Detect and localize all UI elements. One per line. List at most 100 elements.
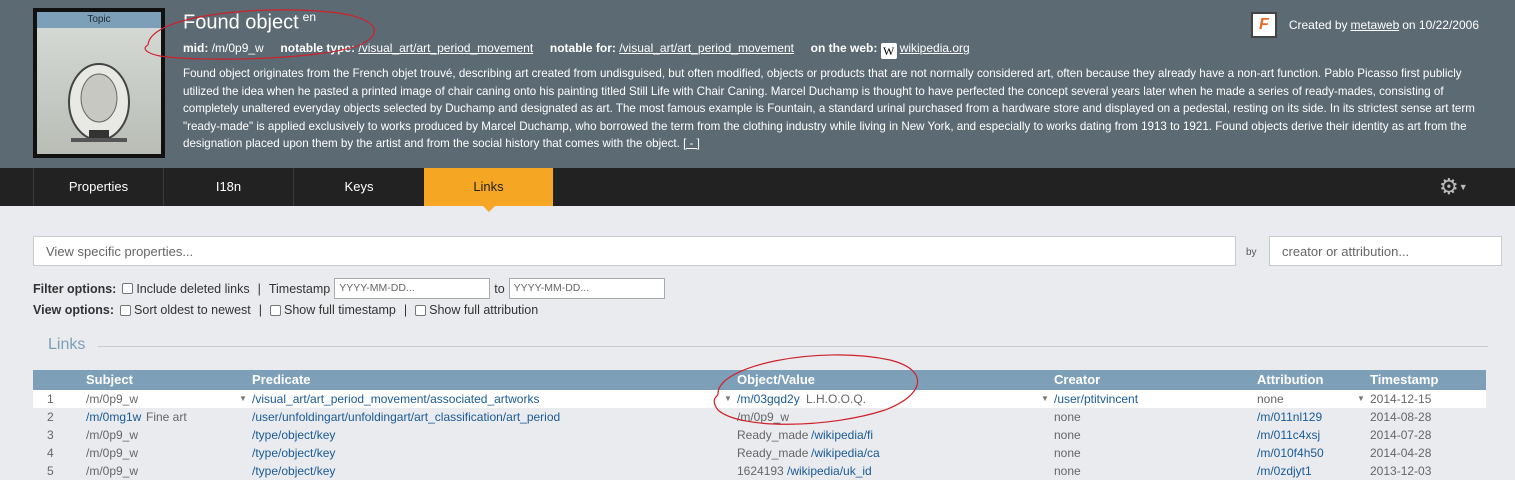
notable-for-label: notable for: xyxy=(549,41,616,55)
column-subject[interactable]: Subject xyxy=(86,372,133,387)
row-predicate[interactable]: /user/unfoldingart/unfoldingart/art_clas… xyxy=(252,408,560,426)
row-object-text: 1624193 xyxy=(737,464,784,478)
topic-header: Topic Found object en mid: /m/0p9_w notab… xyxy=(0,0,1515,168)
row-attribution: none xyxy=(1257,392,1284,406)
row-object-link[interactable]: /wikipedia/ca xyxy=(811,444,880,462)
table-row[interactable]: 2 /m/0mg1w Fine art /user/unfoldingart/u… xyxy=(33,408,1486,426)
row-timestamp: 2013-12-03 xyxy=(1370,464,1432,478)
row-number: 3 xyxy=(47,428,54,442)
section-divider xyxy=(98,346,1488,347)
row-object-text: Ready_made xyxy=(737,446,809,460)
row-timestamp: 2014-07-28 xyxy=(1370,428,1432,442)
chevron-down-icon[interactable]: ▼ xyxy=(1041,390,1049,408)
sort-oldest-checkbox[interactable] xyxy=(120,304,132,316)
view-options: View options: Sort oldest to newest | Sh… xyxy=(33,303,538,317)
tab-keys[interactable]: Keys xyxy=(293,168,424,206)
thumbnail-caption: Topic xyxy=(37,12,161,28)
by-label: by xyxy=(1246,247,1257,258)
column-object-value[interactable]: Object/Value xyxy=(737,372,815,387)
include-deleted-label: Include deleted links xyxy=(136,281,250,296)
creator-filter-input[interactable]: creator or attribution... xyxy=(1269,236,1502,266)
row-object-text: /m/0p9_w xyxy=(737,410,790,424)
table-row[interactable]: 3 /m/0p9_w /type/object/key Ready_made /… xyxy=(33,426,1486,444)
notable-for-link[interactable]: /visual_art/art_period_movement xyxy=(619,41,794,55)
column-predicate[interactable]: Predicate xyxy=(252,372,311,387)
row-number: 1 xyxy=(47,392,54,406)
table-row[interactable]: 4 /m/0p9_w /type/object/key Ready_made /… xyxy=(33,444,1486,462)
links-section-title: Links xyxy=(48,336,86,353)
show-full-attribution-label: Show full attribution xyxy=(429,303,539,317)
collapse-description-link[interactable]: [ - ] xyxy=(683,137,700,150)
notable-type-link[interactable]: /visual_art/art_period_movement xyxy=(358,41,533,55)
topic-thumbnail[interactable]: Topic xyxy=(33,8,165,158)
row-timestamp: 2014-08-28 xyxy=(1370,410,1432,424)
row-predicate[interactable]: /type/object/key xyxy=(252,426,335,444)
row-creator: none xyxy=(1054,410,1081,424)
language-tag[interactable]: en xyxy=(303,10,316,24)
separator: | xyxy=(258,303,263,317)
tab-i18n[interactable]: I18n xyxy=(163,168,293,206)
row-subject: /m/0p9_w xyxy=(86,428,139,442)
row-subject[interactable]: /m/0p9_w xyxy=(86,390,138,408)
column-timestamp[interactable]: Timestamp xyxy=(1370,372,1438,387)
row-creator: none xyxy=(1054,446,1081,460)
filter-options: Filter options: Include deleted links | … xyxy=(33,278,665,299)
date-from-input[interactable]: YYYY-MM-DD... xyxy=(334,278,491,299)
row-number: 2 xyxy=(47,410,54,424)
row-creator[interactable]: /user/ptitvincent xyxy=(1054,390,1138,408)
row-predicate[interactable]: /type/object/key xyxy=(252,462,335,480)
tab-properties[interactable]: Properties xyxy=(33,168,163,206)
chevron-down-icon[interactable]: ▼ xyxy=(239,390,247,408)
row-attribution[interactable]: /m/010f4h50 xyxy=(1257,444,1324,462)
row-object-link[interactable]: /wikipedia/uk_id xyxy=(787,462,872,480)
row-timestamp: 2014-12-15 xyxy=(1370,392,1432,406)
chevron-down-icon[interactable]: ▼ xyxy=(724,390,732,408)
row-object-text: L.H.O.O.Q. xyxy=(806,392,867,406)
wikipedia-icon: W xyxy=(880,43,897,59)
links-table-header: Subject Predicate Object/Value Creator A… xyxy=(33,370,1486,390)
row-number: 4 xyxy=(47,446,54,460)
creator-user-link[interactable]: metaweb xyxy=(1351,18,1400,32)
row-number: 5 xyxy=(47,464,54,478)
topic-meta: mid: /m/0p9_w notable type: /visual_art/… xyxy=(183,41,970,59)
settings-menu[interactable]: ⚙▼ xyxy=(1439,175,1471,199)
row-object-text: Ready_made xyxy=(737,428,809,442)
wikipedia-link[interactable]: wikipedia.org xyxy=(900,41,970,55)
include-deleted-checkbox[interactable] xyxy=(122,283,134,294)
thumbnail-image: Topic xyxy=(37,12,161,154)
row-predicate[interactable]: /visual_art/art_period_movement/associat… xyxy=(252,390,539,408)
tab-links[interactable]: Links xyxy=(424,168,553,212)
row-subject: /m/0p9_w xyxy=(86,464,139,478)
view-options-label: View options: xyxy=(33,303,115,317)
tab-bar: Properties I18n Keys Links ⚙▼ xyxy=(0,168,1515,212)
row-subject: /m/0p9_w xyxy=(86,446,139,460)
row-attribution[interactable]: /m/0zdjyt1 xyxy=(1257,462,1312,480)
chevron-down-icon: ▼ xyxy=(1458,182,1468,192)
show-full-timestamp-label: Show full timestamp xyxy=(284,303,396,317)
row-subject-name: Fine art xyxy=(146,410,187,424)
row-object-link[interactable]: /wikipedia/fi xyxy=(811,426,873,444)
row-object-link[interactable]: /m/03gqd2y xyxy=(737,390,800,408)
chevron-down-icon[interactable]: ▼ xyxy=(1357,390,1365,408)
separator: | xyxy=(403,303,408,317)
property-search-input[interactable]: View specific properties... xyxy=(33,236,1236,266)
topic-title: Found object xyxy=(183,11,299,34)
mid-value: /m/0p9_w xyxy=(211,41,264,55)
column-creator[interactable]: Creator xyxy=(1054,372,1100,387)
row-predicate[interactable]: /type/object/key xyxy=(252,444,335,462)
table-row[interactable]: 5 /m/0p9_w /type/object/key 1624193 /wik… xyxy=(33,462,1486,480)
date-to-input[interactable]: YYYY-MM-DD... xyxy=(508,278,665,299)
row-creator: none xyxy=(1054,464,1081,478)
column-attribution[interactable]: Attribution xyxy=(1257,372,1323,387)
fountain-artwork xyxy=(68,63,130,142)
show-full-timestamp-checkbox[interactable] xyxy=(270,304,282,316)
row-attribution[interactable]: /m/011c4xsj xyxy=(1257,426,1320,444)
row-subject[interactable]: /m/0mg1w xyxy=(86,408,141,426)
row-timestamp: 2014-04-28 xyxy=(1370,446,1432,460)
table-row[interactable]: 1 /m/0p9_w ▼ /visual_art/art_period_move… xyxy=(33,390,1486,408)
created-date: on 10/22/2006 xyxy=(1402,18,1479,32)
topic-description: Found object originates from the French … xyxy=(183,65,1483,153)
show-full-attribution-checkbox[interactable] xyxy=(415,304,427,316)
timestamp-label: Timestamp xyxy=(268,281,331,296)
row-attribution[interactable]: /m/011nl129 xyxy=(1257,408,1322,426)
